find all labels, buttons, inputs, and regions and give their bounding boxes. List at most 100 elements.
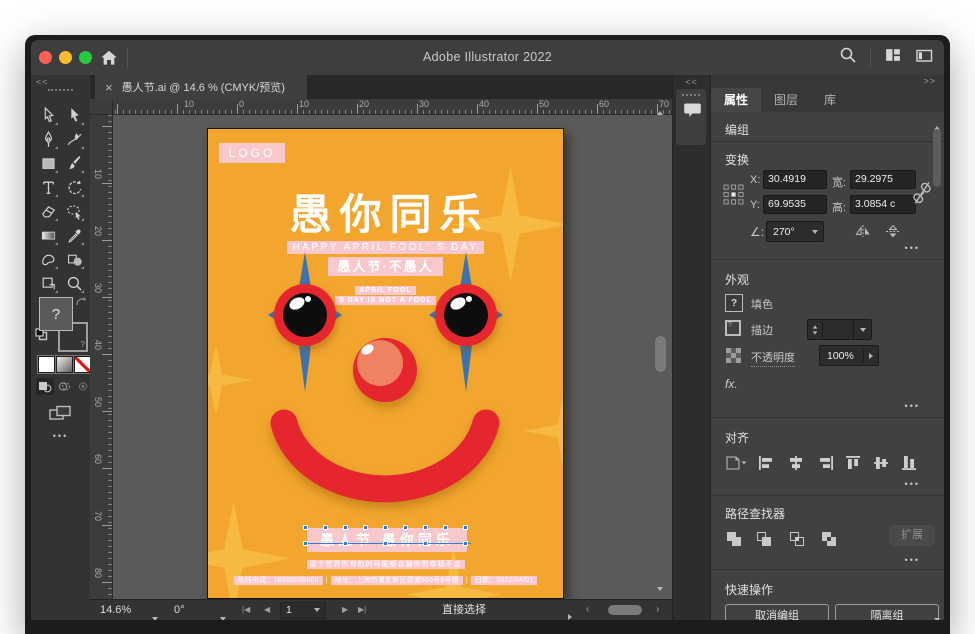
align-bottom-button[interactable]: [900, 454, 917, 471]
last-artboard-button[interactable]: ▶|: [358, 600, 366, 620]
selection-handle[interactable]: [303, 541, 308, 546]
reference-point-icon[interactable]: [721, 175, 745, 213]
tools-grip[interactable]: [48, 89, 73, 91]
scroll-left-icon[interactable]: ‹: [586, 600, 589, 620]
expand-button[interactable]: 扩展: [889, 525, 935, 546]
pen-tool[interactable]: [36, 127, 60, 151]
color-swatch-none[interactable]: [74, 356, 91, 373]
pathfinder-unite-button[interactable]: [725, 530, 742, 547]
collapse-panel-icon[interactable]: >>: [923, 76, 936, 86]
blob-brush-tool[interactable]: [36, 247, 60, 271]
fill-color-swatch[interactable]: ?: [725, 294, 743, 312]
zoom-tool[interactable]: [62, 271, 86, 295]
comments-panel-dock[interactable]: [676, 89, 706, 145]
stroke-color-swatch[interactable]: ?: [725, 320, 741, 336]
align-left-button[interactable]: [757, 454, 774, 471]
selection-handle[interactable]: [383, 525, 388, 530]
opacity-label[interactable]: 不透明度: [751, 349, 795, 367]
selected-text-label[interactable]: 愚人节 愚你同乐: [307, 528, 467, 552]
panel-scrollbar-thumb[interactable]: [933, 129, 941, 187]
color-swatch-white[interactable]: [38, 356, 55, 373]
expand-panel-icon[interactable]: <<: [673, 77, 710, 87]
selection-handle[interactable]: [303, 525, 308, 530]
align-more-options[interactable]: •••: [905, 479, 920, 489]
panel-scroll-down-icon[interactable]: [934, 609, 940, 620]
poster-title[interactable]: 愚你同乐: [208, 181, 563, 242]
align-right-button[interactable]: [817, 454, 834, 471]
horizontal-ruler[interactable]: 10 0 10 20 30 40 50 60 70: [112, 99, 672, 115]
constrain-proportions-unlinked-icon[interactable]: [911, 173, 933, 213]
type-tool[interactable]: [36, 175, 60, 199]
stroke-weight-stepper[interactable]: [807, 319, 823, 340]
artboard-tool[interactable]: [36, 271, 60, 295]
rotation-value[interactable]: 0°: [174, 600, 185, 620]
align-horizontal-center-button[interactable]: [787, 454, 804, 471]
selection-tool[interactable]: [36, 103, 60, 127]
previous-artboard-button[interactable]: ◀: [264, 600, 270, 620]
status-expand-icon[interactable]: [568, 607, 572, 620]
tab-properties[interactable]: 属性: [711, 88, 761, 112]
y-value-field[interactable]: 69.9535: [763, 195, 827, 214]
stroke-weight-field[interactable]: [822, 319, 854, 340]
fx-effects-button[interactable]: fx.: [725, 377, 738, 391]
width-value-field[interactable]: 29.2975: [850, 170, 916, 189]
poster-logo[interactable]: LOGO: [219, 143, 285, 163]
edit-toolbar-button[interactable]: •••: [31, 431, 90, 441]
vertical-scrollbar-thumb[interactable]: [655, 336, 666, 372]
curvature-tool[interactable]: [62, 127, 86, 151]
flip-horizontal-button[interactable]: [853, 223, 873, 239]
pathfinder-more-options[interactable]: •••: [905, 555, 920, 565]
ungroup-button[interactable]: 取消编组: [725, 604, 829, 620]
zoom-level-value[interactable]: 14.6%: [100, 600, 131, 620]
artboard-poster[interactable]: LOGO 愚你同乐 HAPPY APRIL FOOL' S DAY 愚人节·不愚…: [207, 128, 564, 599]
opacity-icon[interactable]: [725, 347, 741, 363]
selection-handle[interactable]: [423, 525, 428, 530]
swap-fill-stroke-icon[interactable]: [75, 295, 87, 313]
ruler-origin-corner[interactable]: [90, 99, 113, 115]
canvas-area[interactable]: 10 0 10 20 30 40 50 60 70 10: [90, 99, 672, 599]
scroll-right-icon[interactable]: ›: [656, 600, 659, 620]
collapse-tools-icon[interactable]: <<: [36, 77, 49, 87]
transform-more-options[interactable]: •••: [905, 243, 920, 253]
selection-handle[interactable]: [463, 541, 468, 546]
selection-handle[interactable]: [323, 525, 328, 530]
eyedropper-tool[interactable]: [62, 223, 86, 247]
pathfinder-exclude-button[interactable]: [820, 530, 837, 547]
align-vertical-center-button[interactable]: [872, 454, 889, 471]
selection-handle[interactable]: [423, 541, 428, 546]
pathfinder-minus-front-button[interactable]: [755, 530, 772, 547]
search-button[interactable]: [839, 46, 857, 69]
change-screen-mode-button[interactable]: [49, 405, 73, 427]
height-value-field[interactable]: 3.0854 c: [850, 195, 916, 214]
opacity-dropdown[interactable]: 100%: [819, 345, 879, 366]
poster-contact-phone[interactable]: 热线电话：18666008800: [234, 576, 323, 585]
selection-handle[interactable]: [343, 525, 348, 530]
pathfinder-intersect-button[interactable]: [788, 530, 805, 547]
scroll-down-icon[interactable]: [657, 578, 663, 596]
poster-subtitle-cn[interactable]: 愚人节·不愚人: [328, 257, 442, 276]
rotation-angle-dropdown[interactable]: 270°: [766, 221, 824, 242]
color-swatch-gradient[interactable]: [56, 356, 73, 373]
clown-mouth[interactable]: [268, 409, 502, 509]
next-artboard-button[interactable]: ▶: [342, 600, 348, 620]
stroke-weight-dropdown[interactable]: [853, 319, 872, 340]
appearance-more-options[interactable]: •••: [905, 401, 920, 411]
rectangle-tool[interactable]: [36, 151, 60, 175]
vertical-ruler[interactable]: 10 20 30 40 50 60 70 80: [90, 114, 113, 599]
close-tab-icon[interactable]: ×: [105, 81, 113, 94]
selection-handle[interactable]: [343, 541, 348, 546]
fill-color-proxy[interactable]: ?: [39, 297, 73, 331]
zoom-dropdown-icon[interactable]: [152, 608, 158, 620]
poster-tagline[interactable]: 这个世界所有的的可能都会骗你但幸福不会: [307, 560, 465, 569]
isolate-group-button[interactable]: 隔离组: [835, 604, 939, 620]
first-artboard-button[interactable]: |◀: [242, 600, 250, 620]
comments-icon[interactable]: [683, 102, 702, 124]
flip-vertical-button[interactable]: [883, 223, 903, 239]
selection-handle[interactable]: [463, 525, 468, 530]
poster-subtitle-en[interactable]: HAPPY APRIL FOOL' S DAY: [287, 241, 485, 254]
clown-nose[interactable]: [353, 338, 417, 402]
canvas-vertical-scrollbar[interactable]: [654, 100, 667, 598]
draw-behind-mode-button[interactable]: [55, 378, 73, 395]
selection-handle[interactable]: [403, 525, 408, 530]
align-top-button[interactable]: [844, 454, 861, 471]
